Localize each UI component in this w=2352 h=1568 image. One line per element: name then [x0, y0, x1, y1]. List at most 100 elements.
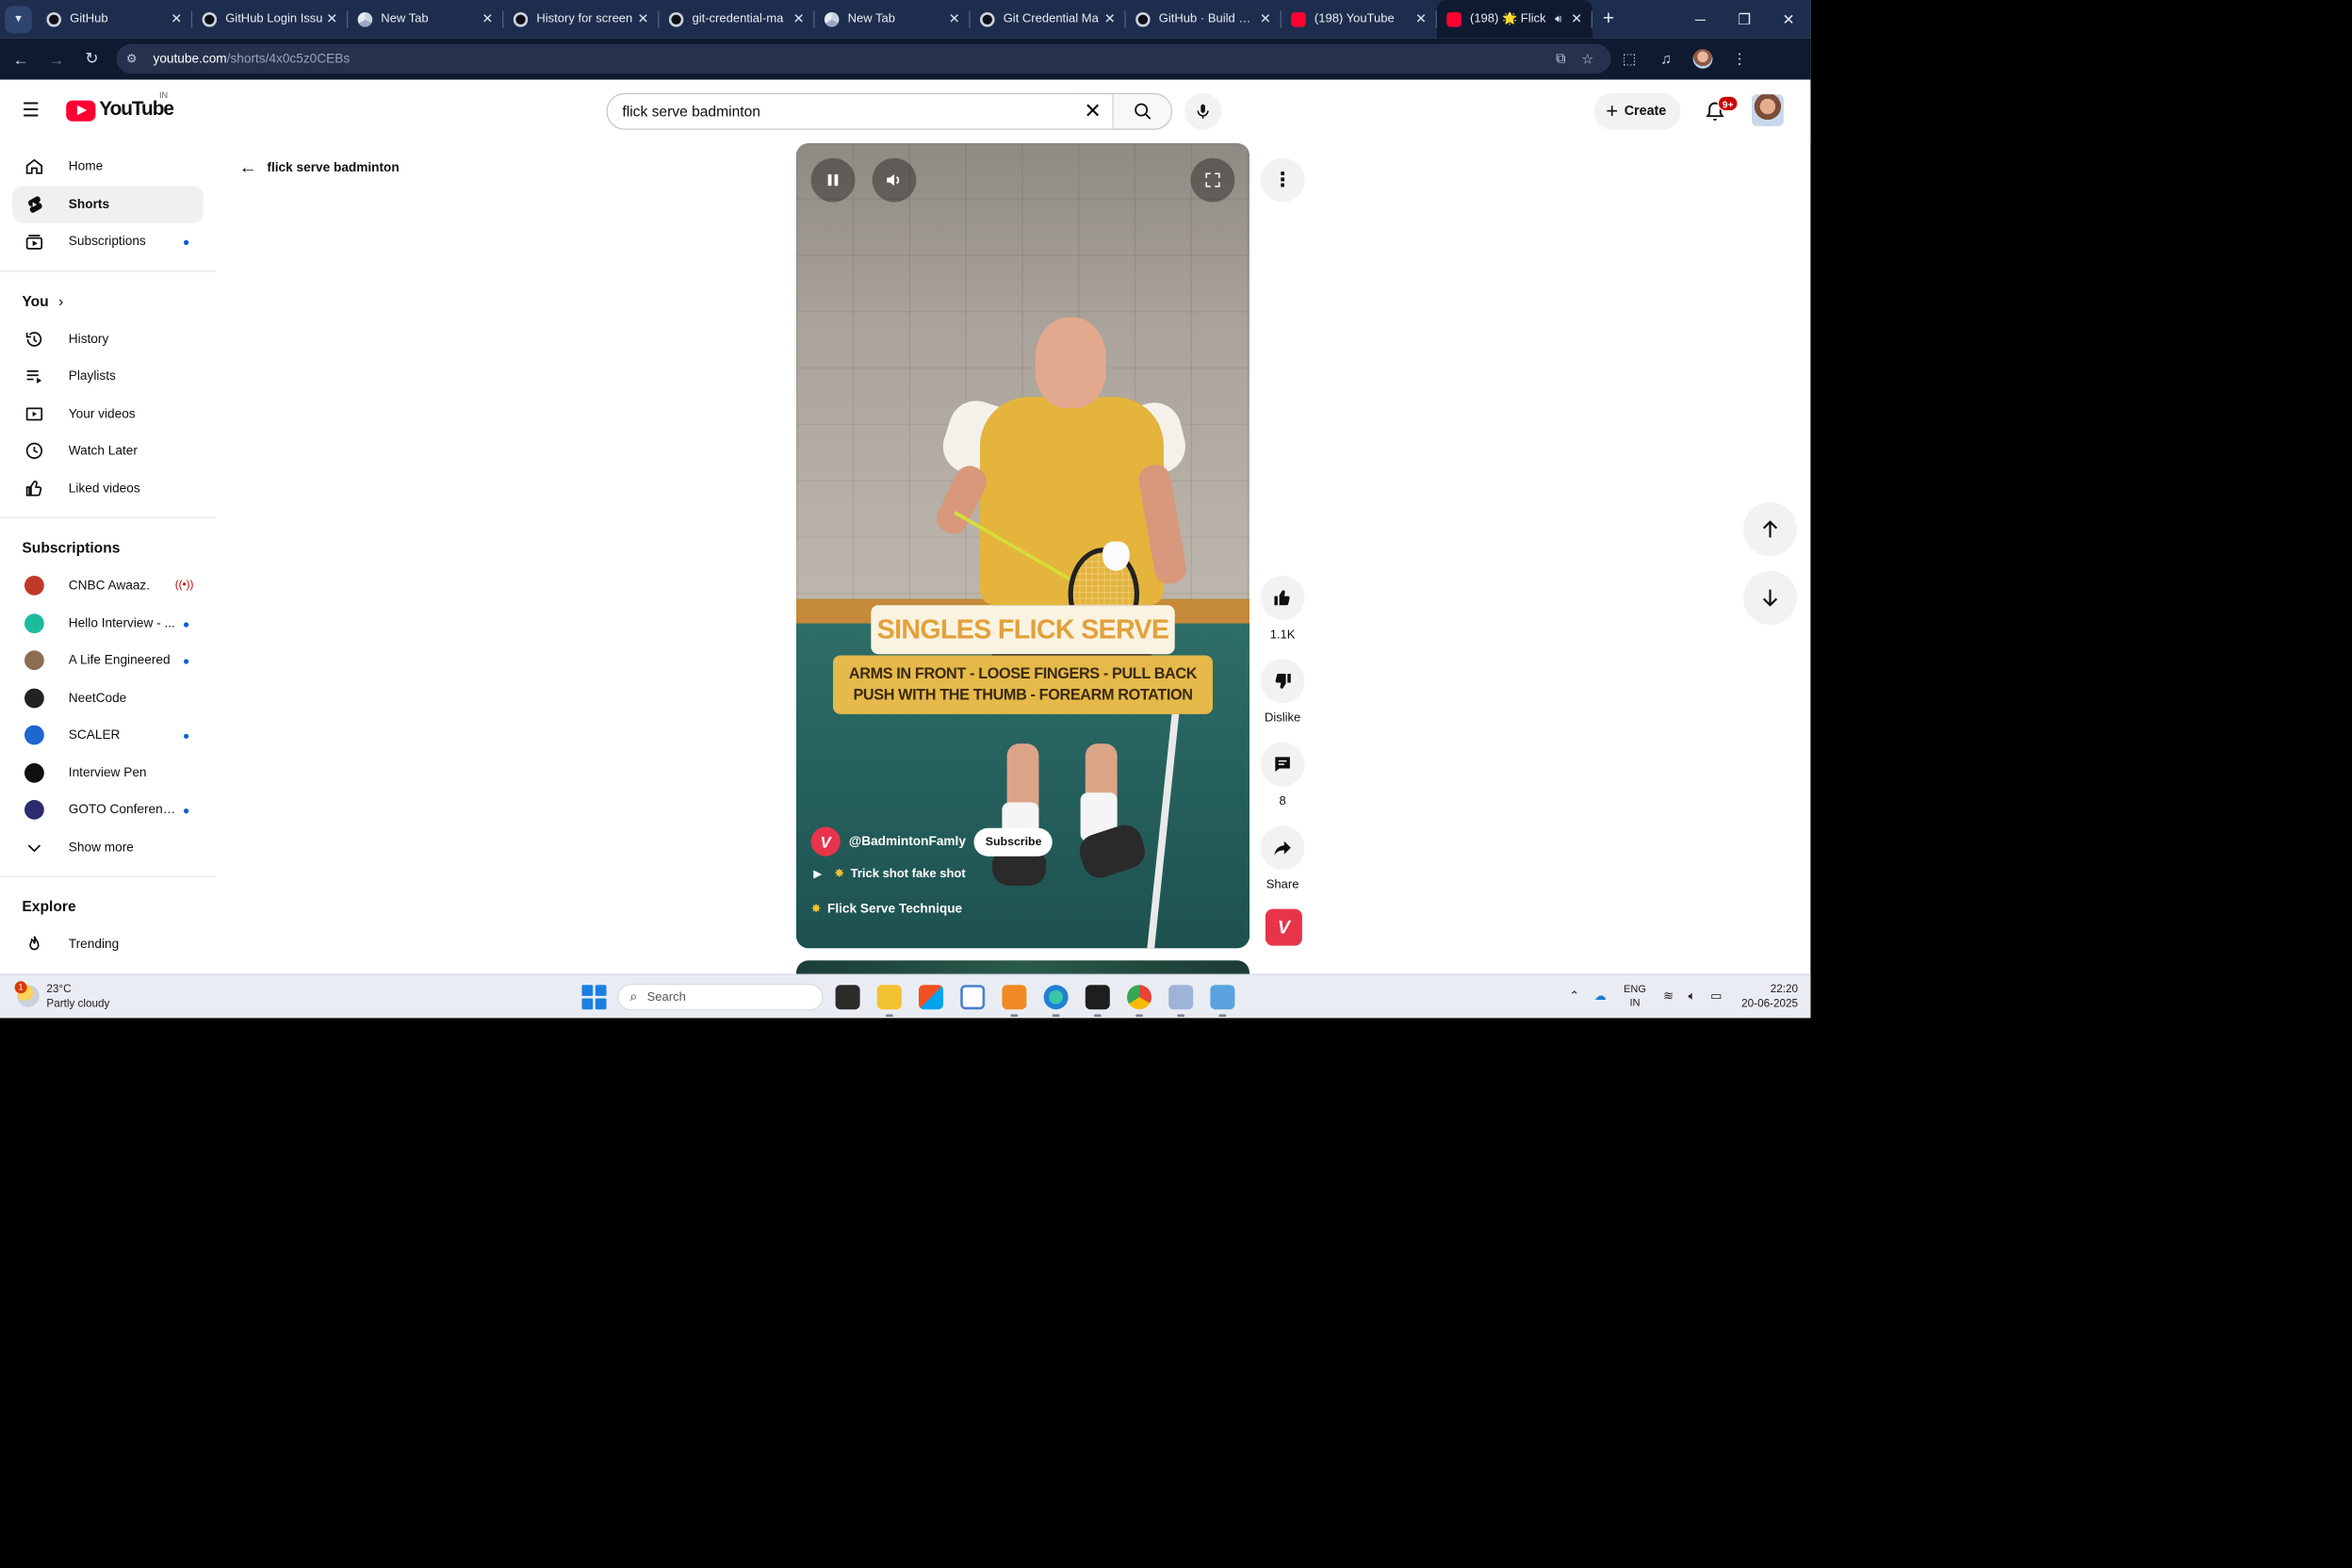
- window-app-icon[interactable]: [960, 985, 986, 1010]
- taskbar-search[interactable]: ⌕ Search: [617, 983, 824, 1011]
- close-tab-icon[interactable]: ✕: [946, 11, 963, 27]
- minimize-button[interactable]: ─: [1678, 0, 1723, 38]
- channel-thumbnail-button[interactable]: V: [1265, 908, 1302, 946]
- install-app-icon[interactable]: ⧉: [1547, 51, 1575, 67]
- sidebar-item-shopping[interactable]: Shopping: [12, 963, 204, 973]
- like-button[interactable]: [1260, 576, 1305, 620]
- account-avatar[interactable]: [1751, 94, 1784, 126]
- next-short-button[interactable]: [1742, 570, 1798, 625]
- short-title[interactable]: ✸ Flick Serve Technique: [811, 902, 963, 917]
- close-tab-icon[interactable]: ✕: [1102, 11, 1119, 27]
- close-window-button[interactable]: ✕: [1767, 0, 1811, 38]
- browser-tab[interactable]: (198) 🌟 Flick 🔊︎ ✕: [1436, 0, 1592, 39]
- channel-name[interactable]: @BadmintonFamly: [849, 834, 966, 849]
- subscription-item[interactable]: Hello Interview - ...: [12, 605, 204, 643]
- subscription-item[interactable]: A Life Engineered: [12, 642, 204, 679]
- back-icon[interactable]: ←: [7, 44, 36, 74]
- fullscreen-button[interactable]: [1190, 157, 1235, 203]
- subscription-item[interactable]: Interview Pen: [12, 754, 204, 792]
- forward-icon[interactable]: →: [41, 44, 71, 74]
- close-tab-icon[interactable]: ✕: [790, 11, 807, 27]
- extensions-icon[interactable]: ⬚: [1610, 44, 1647, 74]
- back-to-search-link[interactable]: ← flick serve badminton: [238, 156, 399, 177]
- subscription-item[interactable]: SCALER: [12, 717, 204, 755]
- sidebar-item-liked-videos[interactable]: Liked videos: [12, 470, 204, 508]
- profile-icon[interactable]: [1684, 44, 1721, 74]
- speaker-icon[interactable]: 🔈︎: [1689, 989, 1696, 1003]
- close-tab-icon[interactable]: ✕: [634, 11, 651, 27]
- browser-tab[interactable]: GitHub ✕: [37, 0, 193, 38]
- show-more-button[interactable]: Show more: [12, 828, 204, 866]
- subscribe-button[interactable]: Subscribe: [974, 827, 1054, 857]
- snipping-tool-icon[interactable]: [1168, 985, 1194, 1017]
- media-controls-icon[interactable]: ♫: [1647, 44, 1684, 74]
- sidebar-item-playlists[interactable]: Playlists: [12, 358, 204, 396]
- chevron-up-icon[interactable]: ⌃: [1569, 989, 1579, 1003]
- tab-search-button[interactable]: ▾: [5, 5, 32, 33]
- browser-tab[interactable]: Git Credential Ma ✕: [971, 0, 1126, 38]
- weather-widget[interactable]: 1 23°C Partly cloudy: [14, 981, 109, 1010]
- bookmark-star-icon[interactable]: ☆: [1574, 51, 1601, 67]
- suggested-short-link[interactable]: ▶ ✸ Trick shot fake shot: [813, 867, 966, 880]
- guide-menu-icon[interactable]: ☰: [22, 101, 43, 122]
- start-button[interactable]: [581, 985, 607, 1010]
- you-section-title[interactable]: You ›: [0, 281, 216, 320]
- sidebar-item-your-videos[interactable]: Your videos: [12, 395, 204, 433]
- volume-button[interactable]: [872, 157, 917, 203]
- search-input[interactable]: [607, 94, 1073, 129]
- sidebar-item-shorts[interactable]: Shorts: [12, 185, 204, 223]
- microsoft-365-icon[interactable]: [918, 985, 943, 1010]
- onedrive-icon[interactable]: ☁: [1594, 989, 1607, 1003]
- edge-browser-icon[interactable]: [1043, 985, 1069, 1017]
- browser-tab[interactable]: GitHub · Build and ✕: [1126, 0, 1282, 38]
- browser-tab[interactable]: History for screen ✕: [503, 0, 660, 38]
- restore-button[interactable]: ❐: [1723, 0, 1767, 38]
- site-info-icon[interactable]: ⚙: [126, 52, 143, 65]
- subscription-item[interactable]: CNBC Awaaz. ((•)): [12, 567, 204, 605]
- notifications-button[interactable]: 9+: [1696, 93, 1739, 130]
- close-tab-icon[interactable]: ✕: [1568, 11, 1585, 27]
- address-bar[interactable]: ⚙ youtube.com/shorts/4x0c5z0CEBs ⧉ ☆: [116, 43, 1611, 74]
- chrome-icon[interactable]: [1127, 985, 1152, 1017]
- browser-tab[interactable]: New Tab ✕: [348, 0, 504, 38]
- new-tab-button[interactable]: +: [1592, 8, 1625, 29]
- reload-icon[interactable]: ↻: [77, 44, 106, 74]
- youtube-logo[interactable]: YouTube IN: [66, 92, 174, 122]
- language-indicator[interactable]: ENG IN: [1624, 983, 1646, 1010]
- subscription-item[interactable]: NeetCode: [12, 679, 204, 717]
- sidebar-item-subscriptions[interactable]: Subscriptions: [12, 223, 204, 261]
- create-button[interactable]: + Create: [1593, 92, 1681, 130]
- dislike-button[interactable]: [1260, 659, 1305, 704]
- more-options-button[interactable]: ⋮: [1260, 157, 1305, 203]
- wifi-icon[interactable]: ≋: [1663, 989, 1674, 1003]
- task-view-icon[interactable]: [835, 985, 860, 1010]
- channel-avatar[interactable]: V: [810, 826, 841, 857]
- terminal-icon[interactable]: [1085, 985, 1110, 1017]
- close-tab-icon[interactable]: ✕: [1257, 11, 1274, 27]
- close-tab-icon[interactable]: ✕: [168, 11, 185, 27]
- remote-desktop-icon[interactable]: [1210, 985, 1235, 1017]
- file-explorer-icon[interactable]: [876, 985, 902, 1017]
- browser-tab[interactable]: (198) YouTube ✕: [1282, 0, 1437, 38]
- clock[interactable]: 22:20 20-06-2025: [1741, 981, 1798, 1010]
- subscription-item[interactable]: GOTO Conferenc...: [12, 792, 204, 829]
- shorts-player[interactable]: SINGLES FLICK SERVE ARMS IN FRONT - LOOS…: [795, 143, 1250, 949]
- shapes-app-icon[interactable]: [1002, 985, 1027, 1017]
- sidebar-item-watch-later[interactable]: Watch Later: [12, 433, 204, 470]
- search-button[interactable]: [1112, 94, 1171, 129]
- close-tab-icon[interactable]: ✕: [479, 11, 496, 27]
- close-tab-icon[interactable]: ✕: [1413, 11, 1429, 27]
- voice-search-button[interactable]: [1184, 92, 1222, 130]
- browser-tab[interactable]: GitHub Login Issu ✕: [192, 0, 349, 38]
- share-button[interactable]: [1260, 825, 1305, 870]
- browser-tab[interactable]: git-credential-ma ✕: [659, 0, 815, 38]
- tab-audio-icon[interactable]: 🔊︎: [1555, 12, 1561, 25]
- previous-short-button[interactable]: [1742, 502, 1798, 557]
- clear-search-icon[interactable]: ✕: [1073, 94, 1113, 128]
- sidebar-item-history[interactable]: History: [12, 320, 204, 358]
- sidebar-item-home[interactable]: Home: [12, 148, 204, 186]
- pause-button[interactable]: [810, 157, 856, 203]
- browser-tab[interactable]: New Tab ✕: [814, 0, 971, 38]
- battery-icon[interactable]: ▭: [1710, 989, 1722, 1003]
- comments-button[interactable]: [1260, 742, 1305, 787]
